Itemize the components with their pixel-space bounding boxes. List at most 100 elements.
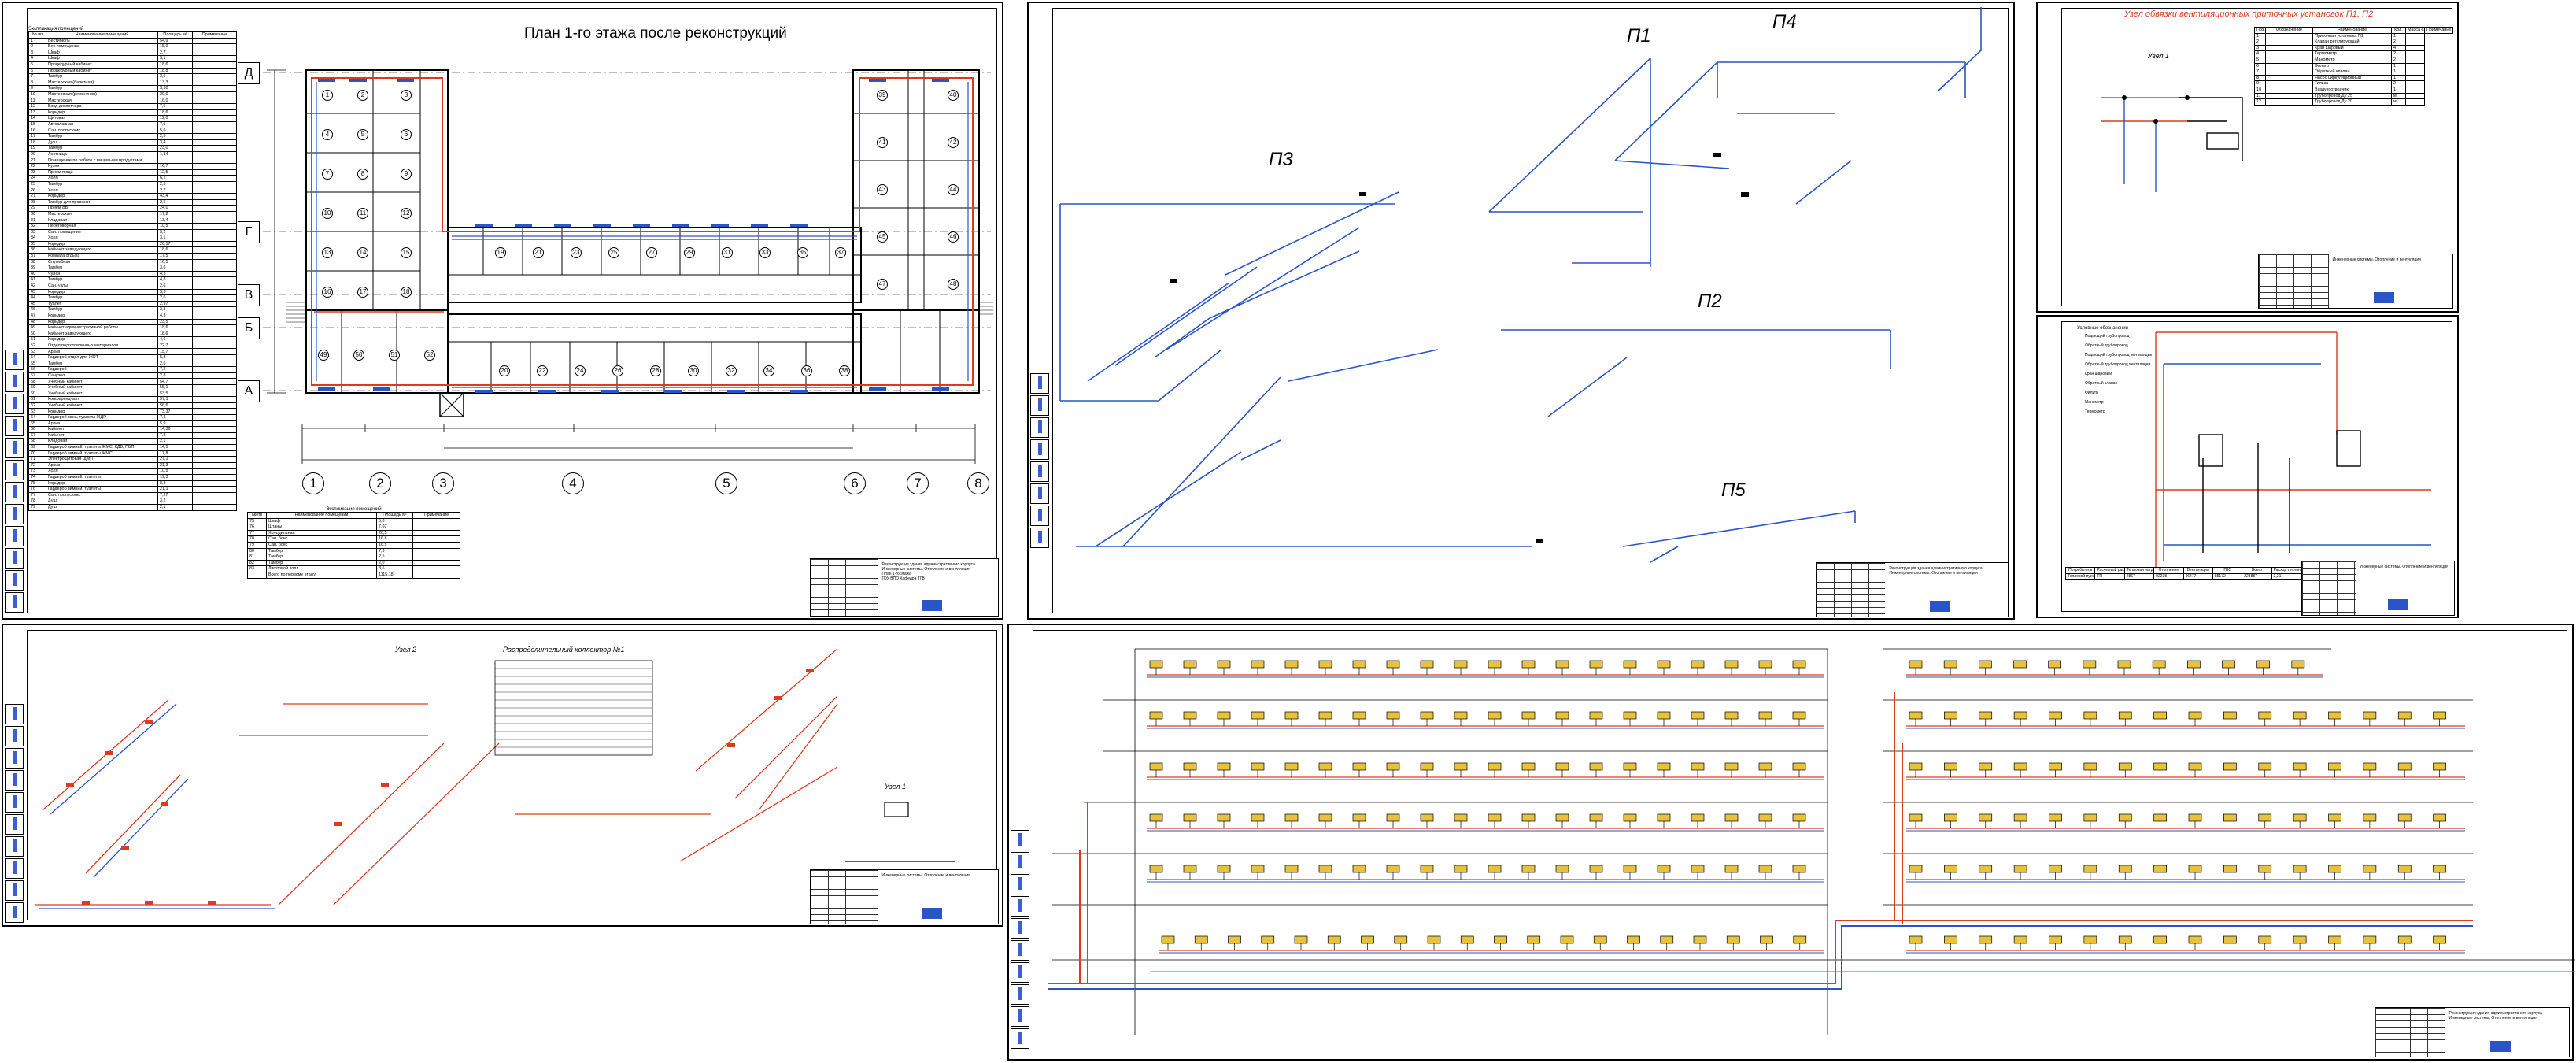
radiator-icon [1361,935,1374,944]
room-explication-small-cell: Тамбур [266,554,377,561]
room-number: 22 [537,365,548,376]
room-explication-small-cell: 77 [247,529,267,537]
room-explication-small-cell: 79 [247,541,267,549]
radiator-icon [1352,865,1366,873]
room-number: 33 [759,247,771,258]
unit-spec-cell [2265,32,2313,40]
unit-spec-cell: 2 [2254,39,2266,46]
unit-spec-cell: Приточная установка П1 [2312,32,2392,40]
radiator-icon [2188,813,2202,822]
radiator-icon [1623,865,1637,873]
system-label-p5: П5 [1721,480,1746,501]
vent-stamp-line: Инженерные системы. Отопление и вентиляц… [881,873,970,878]
unit-spec-row: 11 Трубопровод Ду 25 м [2254,92,2453,100]
axon-stamp-logo [1930,601,1951,612]
room-number: 16 [322,287,333,298]
radiator-icon [1792,865,1806,873]
axis-col-7: 7 [907,472,929,494]
radiator-icon [2188,762,2202,771]
radiator-icon [1386,660,1400,669]
radiator-icon [1589,865,1603,873]
room-number: 25 [608,247,619,258]
heating-calc-header: Отопление [2153,567,2184,574]
unit-spec-row: 6 Фильтр 1 [2254,62,2453,70]
radiator-icon [1488,813,1502,822]
radiator-icon [2397,865,2412,873]
unit-spec-row: 4 Термометр 2 [2254,50,2453,57]
radiator-icon [2222,660,2235,669]
radiator-icon [1318,660,1332,669]
radiator-icon [2048,660,2062,669]
radiator-icon [2117,660,2131,669]
unit-spec-cell [2265,39,2313,46]
unit-spec-cell: Насос циркуляционный [2312,74,2392,82]
radiator-icon [2363,935,2377,944]
room-number: 36 [801,365,812,376]
room-explication-small-cell: Шкаф [266,517,377,525]
room-number: 15 [401,247,412,258]
radiator-icon [1944,762,1957,771]
unit-spec-cell: 11 [2254,92,2266,100]
radiator-icon [2153,711,2167,720]
unit-th-mass: Масса ед. кг [2405,27,2425,34]
radiator-icon [2258,762,2272,771]
heating-calc-header: Вентиляция [2182,567,2213,574]
room-total-value: 1115,18 [376,571,413,579]
ventilation-iso-sheet: Узел 2 Распределительный коллектор №1 Уз… [2,624,1003,927]
radiator-icon [1793,935,1807,944]
unit-spec-cell: 6 [2254,62,2266,70]
radiator-icon [2293,813,2307,822]
unit-spec-cell: Фильтр [2312,62,2392,70]
unit-spec-cell: м [2391,92,2406,100]
room-number: 18 [401,287,412,298]
room-number: 7 [322,169,333,180]
unit-spec-cell: Трубопровод Ду 25 [2312,92,2392,100]
unit-spec-row: 5 Манометр 2 [2254,56,2453,64]
radiator-icon [1724,865,1739,873]
radiator-icon [1555,711,1569,720]
radiator-icon [1284,762,1299,771]
radiator-icon [1183,711,1197,720]
room-explication-small-row: 82 Тамбур 2,0 [247,559,460,567]
radiator-icon [1327,935,1341,944]
radiator-icon [2328,865,2341,873]
unit-spec-cell [2405,50,2425,57]
radiator-icon [1149,865,1163,873]
room-explication-small-cell [412,535,460,543]
radiator-icon [2188,711,2202,720]
radiator-icon [1251,711,1265,720]
room-explication-small-cell [412,541,460,549]
unit-spec-cell [2405,98,2425,106]
unit-spec-cell [2405,44,2425,52]
risers-stamp-logo [2490,1041,2511,1052]
radiator-icon [1183,762,1197,771]
radiator-icon [1979,762,1993,771]
heating-stamp-line: Инженерные системы. Отопление и вентиляц… [2360,565,2448,569]
heating-calc-cell: 2867 [2123,572,2155,580]
radiator-icon [1979,865,1993,873]
axon-stamp-line2: Инженерные системы. Отопление и вентиляц… [1889,571,1978,576]
radiator-icon [2397,935,2412,944]
room-explication-small-cell: Сан. бокс [266,541,377,549]
unit-spec-cell: Воздухоотводчик [2312,86,2392,94]
radiator-icon [1284,711,1299,720]
unit-spec-cell: 4 [2391,44,2406,52]
room-explication-small-row: 76 Штаны 7,07 [247,524,460,531]
radiator-icon [1454,660,1468,669]
unit-spec-cell [2265,50,2313,57]
radiator-icon [1386,711,1400,720]
radiator-icon [2258,711,2272,720]
radiator-icon [1454,813,1468,822]
radiator-icon [1979,711,1993,720]
room-number: 40 [948,90,959,101]
radiator-icon [2013,660,2027,669]
unit-spec-cell [2265,74,2313,82]
room-explication-table-small: Экспликация помещений № пп Наименование … [247,507,460,579]
radiator-icon [2223,865,2237,873]
room-number: 12 [401,208,412,219]
risers-stamp-line2: Инженерные системы. Отопление и вентиляц… [2448,1016,2537,1020]
radiator-icon [1979,935,1993,944]
unit-stamp-line: Инженерные системы. Отопление и вентиляц… [2332,257,2421,262]
room-number: 21 [533,247,544,258]
room-number: 37 [835,247,846,258]
